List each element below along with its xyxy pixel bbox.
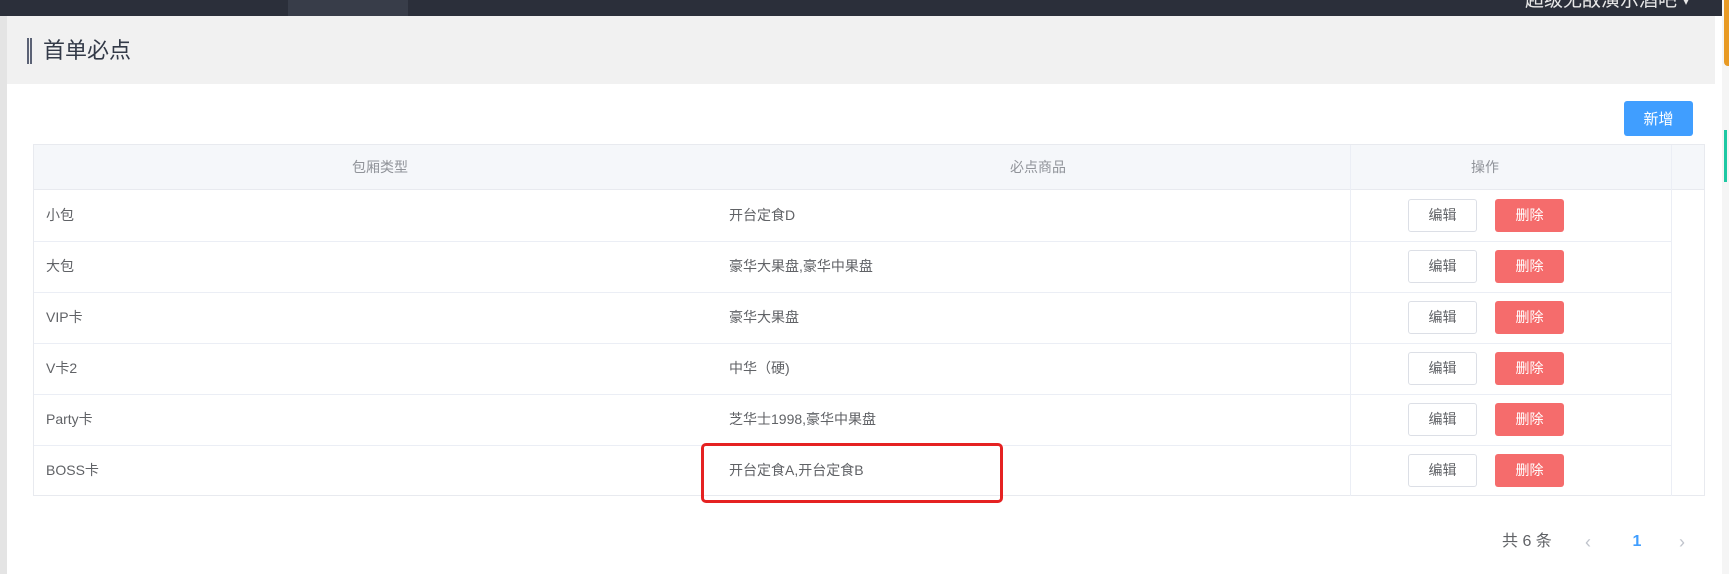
page-title: 首单必点 (43, 38, 132, 63)
chevron-left-icon[interactable]: ‹ (1578, 530, 1598, 554)
pagination-current-page[interactable]: 1 (1625, 530, 1649, 554)
column-header-actions: 操作 (1471, 159, 1499, 175)
topbar-active-tab[interactable] (288, 0, 408, 16)
delete-button[interactable]: 删除 (1495, 403, 1564, 436)
required-goods-cell: 中华（硬) (729, 360, 790, 376)
chevron-down-icon: ▾ (1682, 0, 1689, 8)
pagination-total: 共 6 条 (1502, 533, 1552, 550)
delete-button[interactable]: 删除 (1495, 199, 1564, 232)
table-row: VIP卡 豪华大果盘 编辑 删除 (34, 292, 1671, 344)
edit-button[interactable]: 编辑 (1408, 352, 1477, 385)
table-row: BOSS卡 开台定食A,开台定食B 编辑 删除 (34, 445, 1671, 496)
table-header: 包厢类型 必点商品 操作 (34, 145, 1704, 190)
table-row: 大包 豪华大果盘,豪华中果盘 编辑 删除 (34, 241, 1671, 293)
user-menu[interactable]: 超级无敌演示酒吧 ▾ (1525, 0, 1689, 10)
page-header: 首单必点 (7, 16, 1715, 84)
table-row: Party卡 芝华士1998,豪华中果盘 编辑 删除 (34, 394, 1671, 446)
floating-tab-orange[interactable] (1724, 0, 1729, 66)
edit-button[interactable]: 编辑 (1408, 250, 1477, 283)
delete-button[interactable]: 删除 (1495, 250, 1564, 283)
sidebar-edge (0, 16, 7, 574)
required-goods-cell: 开台定食A,开台定食B (729, 462, 864, 478)
required-goods-cell: 开台定食D (729, 207, 796, 223)
edit-button[interactable]: 编辑 (1408, 403, 1477, 436)
floating-tab-green[interactable] (1724, 130, 1727, 182)
required-goods-cell: 芝华士1998,豪华中果盘 (729, 411, 877, 427)
delete-button[interactable]: 删除 (1495, 301, 1564, 334)
table-row: 小包 开台定食D 编辑 删除 (34, 190, 1671, 242)
right-scroll-edge (1722, 0, 1729, 574)
room-type-cell: V卡2 (46, 360, 78, 376)
required-goods-cell: 豪华大果盘,豪华中果盘 (729, 258, 873, 274)
delete-button[interactable]: 删除 (1495, 352, 1564, 385)
edit-button[interactable]: 编辑 (1408, 199, 1477, 232)
user-menu-label: 超级无敌演示酒吧 (1524, 0, 1677, 12)
edit-button[interactable]: 编辑 (1408, 301, 1477, 334)
column-header-required-goods: 必点商品 (1010, 159, 1066, 175)
add-button[interactable]: 新增 (1624, 101, 1693, 136)
room-type-cell: BOSS卡 (46, 462, 99, 478)
room-type-cell: 大包 (46, 258, 74, 274)
edit-button[interactable]: 编辑 (1408, 454, 1477, 487)
required-items-table: 包厢类型 必点商品 操作 小包 开台定食D 编辑 删除 大包 豪华大果盘,豪华中… (33, 144, 1705, 496)
title-bar-icon (27, 38, 32, 64)
table-row: V卡2 中华（硬) 编辑 删除 (34, 343, 1671, 395)
top-navbar: 超级无敌演示酒吧 ▾ (0, 0, 1729, 16)
room-type-cell: VIP卡 (46, 309, 83, 325)
room-type-cell: Party卡 (46, 411, 93, 427)
chevron-right-icon[interactable]: › (1672, 530, 1692, 554)
required-goods-cell: 豪华大果盘 (729, 309, 799, 325)
column-header-room-type: 包厢类型 (352, 159, 408, 175)
column-divider (1671, 145, 1672, 496)
delete-button[interactable]: 删除 (1495, 454, 1564, 487)
room-type-cell: 小包 (46, 207, 74, 223)
